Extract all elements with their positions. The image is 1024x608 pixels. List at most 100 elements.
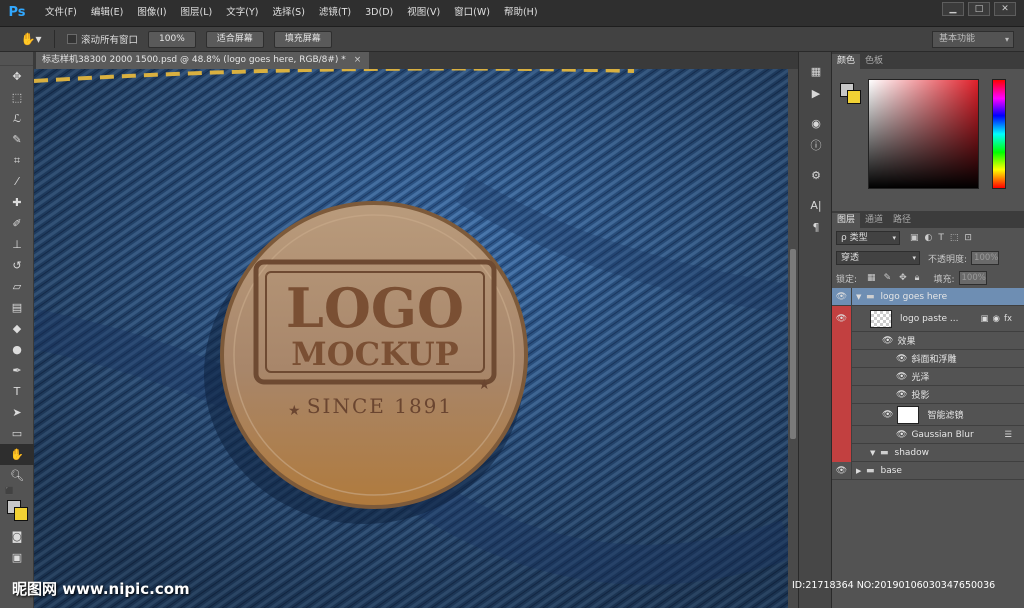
color-spectrum[interactable] [868, 79, 979, 189]
dodge-tool-icon[interactable]: ● [0, 339, 34, 360]
tab-swatches[interactable]: 色板 [860, 54, 888, 69]
shape-filter-icon[interactable]: ⬚ [950, 233, 959, 243]
layer-shadow[interactable]: ▼ ▬ shadow [832, 443, 1024, 462]
eye-icon[interactable]: 👁︎ [896, 390, 907, 400]
document-tab[interactable]: 标志样机38300 2000 1500.psd @ 48.8% (logo go… [36, 52, 370, 69]
zoom-100-button[interactable]: 100% [148, 30, 196, 48]
history-brush-tool-icon[interactable]: ↺ [0, 255, 34, 276]
eye-icon[interactable]: 👁︎ [832, 305, 852, 332]
menu-help[interactable]: 帮助(H) [497, 0, 545, 26]
close-icon[interactable]: × [354, 52, 362, 69]
maximize-button[interactable]: □ [968, 2, 990, 16]
gradient-tool-icon[interactable]: ▤ [0, 297, 34, 318]
paragraph-panel-icon[interactable]: ¶ [799, 216, 833, 238]
menu-filter[interactable]: 滤镜(T) [312, 0, 358, 26]
stamp-tool-icon[interactable]: ⊥ [0, 234, 34, 255]
tab-color[interactable]: 颜色 [832, 54, 861, 69]
zoom-tool-icon[interactable]: 🔍︎ [0, 465, 34, 486]
layer-drop-shadow[interactable]: 👁︎ 投影 [832, 385, 1024, 404]
type-tool-icon[interactable]: T [0, 381, 34, 402]
quick-select-tool-icon[interactable]: ✎ [0, 129, 34, 150]
background-color-swatch[interactable] [14, 507, 28, 521]
menu-layer[interactable]: 图层(L) [174, 0, 220, 26]
eye-icon[interactable]: 👁︎ [832, 287, 852, 306]
blend-mode-select[interactable]: 穿透 ▾ [836, 251, 920, 265]
lock-position-icon[interactable]: ✥ [899, 273, 907, 283]
adjustment-filter-icon[interactable]: ◐ [925, 233, 933, 243]
lock-transparent-icon[interactable]: ▦ [867, 273, 876, 283]
actions-play-icon[interactable]: ▶ [799, 82, 833, 104]
pixel-filter-icon[interactable]: ▣ [910, 233, 919, 243]
menu-image[interactable]: 图像(I) [130, 0, 173, 26]
menu-view[interactable]: 视图(V) [400, 0, 447, 26]
tab-paths[interactable]: 路径 [888, 213, 916, 228]
canvas[interactable]: LOGO MOCKUP SINCE 1891 ★ ★ [34, 69, 788, 608]
eye-icon[interactable]: 👁︎ [832, 461, 852, 480]
blur-tool-icon[interactable]: ◆ [0, 318, 34, 339]
minimize-button[interactable]: ▁ [942, 2, 964, 16]
character-panel-icon[interactable]: A| [799, 194, 833, 216]
menu-window[interactable]: 窗口(W) [447, 0, 497, 26]
healing-brush-tool-icon[interactable]: ✚ [0, 192, 34, 213]
workspace-select[interactable]: 基本功能 ▾ [932, 31, 1014, 48]
screen-mode-icon[interactable]: ▣ [0, 547, 34, 568]
quick-mask-icon[interactable]: ◙ [0, 526, 34, 547]
eye-icon[interactable]: 👁︎ [882, 410, 893, 420]
adjustments-icon[interactable]: ◉ [799, 112, 833, 134]
close-button[interactable]: ✕ [994, 2, 1016, 16]
toolbar-grip[interactable] [0, 52, 33, 66]
opacity-field[interactable]: 100% [971, 251, 1000, 265]
swap-colors-icon[interactable]: ⬛ [0, 486, 34, 496]
eye-icon[interactable]: 👁︎ [896, 430, 907, 440]
checkbox-box[interactable] [67, 34, 77, 44]
menu-file[interactable]: 文件(F) [38, 0, 84, 26]
layer-base[interactable]: 👁︎ ▶ ▬ base [832, 461, 1024, 480]
hand-tool-preset-icon[interactable]: ✋▾ [14, 28, 48, 50]
triangle-expanded-icon[interactable]: ▼ [856, 293, 866, 301]
layer-gaussian-blur[interactable]: 👁︎ Gaussian Blur ☰ [832, 425, 1024, 444]
brush-tool-icon[interactable]: ✐ [0, 213, 34, 234]
layer-logo-goes-here[interactable]: 👁︎ ▼ ▬ logo goes here [832, 287, 1024, 306]
eyedropper-tool-icon[interactable]: ⁄ [0, 171, 34, 192]
smart-filter-icon[interactable]: ⊡ [964, 233, 972, 243]
hand-tool-icon[interactable]: ✋ [0, 444, 34, 465]
menu-type[interactable]: 文字(Y) [219, 0, 265, 26]
brush-presets-icon[interactable]: ⚙ [799, 164, 833, 186]
pen-tool-icon[interactable]: ✒ [0, 360, 34, 381]
path-select-tool-icon[interactable]: ➤ [0, 402, 34, 423]
eye-icon[interactable]: 👁︎ [882, 336, 893, 346]
eye-icon[interactable]: 👁︎ [896, 372, 907, 382]
shape-tool-icon[interactable]: ▭ [0, 423, 34, 444]
fx-icon[interactable]: fx [1004, 314, 1012, 324]
scroll-all-windows-checkbox[interactable]: 滚动所有窗口 [67, 32, 138, 46]
layer-filter-select[interactable]: ρ 类型 ▾ [836, 231, 900, 245]
layer-bevel-emboss[interactable]: 👁︎ 斜面和浮雕 [832, 349, 1024, 368]
layer-logo-paste[interactable]: 👁︎ logo paste ... ▣ ◉ fx [832, 305, 1024, 332]
layer-satin[interactable]: 👁︎ 光泽 [832, 367, 1024, 386]
tab-channels[interactable]: 通道 [860, 213, 888, 228]
menu-edit[interactable]: 编辑(E) [84, 0, 130, 26]
triangle-expanded-icon[interactable]: ▼ [870, 449, 880, 457]
menu-select[interactable]: 选择(S) [265, 0, 311, 26]
menu-3d[interactable]: 3D(D) [358, 0, 400, 26]
info-icon[interactable]: ⓘ [799, 134, 833, 156]
lock-all-icon[interactable]: 🔒︎ [915, 273, 920, 283]
lock-image-icon[interactable]: ✎ [884, 273, 892, 283]
fill-field[interactable]: 100% [958, 271, 987, 285]
marquee-tool-icon[interactable]: ⬚ [0, 87, 34, 108]
filter-options-icon[interactable]: ☰ [1004, 430, 1012, 440]
tab-layers[interactable]: 图层 [832, 213, 861, 228]
lasso-tool-icon[interactable]: ℒ [0, 108, 34, 129]
history-panel-icon[interactable]: ▦ [799, 60, 833, 82]
layer-smart-filters[interactable]: 👁︎ 智能滤镜 [832, 403, 1024, 426]
background-color-swatch[interactable] [847, 90, 861, 104]
hue-slider[interactable] [992, 79, 1006, 189]
eraser-tool-icon[interactable]: ▱ [0, 276, 34, 297]
type-filter-icon[interactable]: T [938, 233, 944, 243]
layer-effects[interactable]: 👁︎ 效果 [832, 331, 1024, 350]
eye-icon[interactable]: 👁︎ [896, 354, 907, 364]
scrollbar-thumb[interactable] [790, 249, 796, 439]
move-tool-icon[interactable]: ✥ [0, 66, 34, 87]
vertical-scrollbar[interactable] [788, 69, 798, 608]
crop-tool-icon[interactable]: ⌗ [0, 150, 34, 171]
